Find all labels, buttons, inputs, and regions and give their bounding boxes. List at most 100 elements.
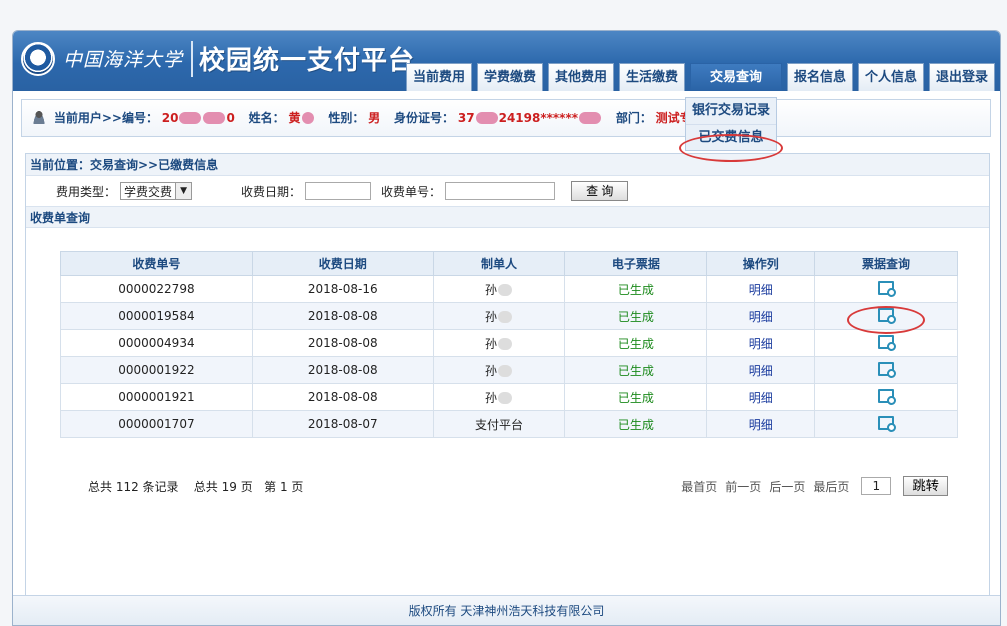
pager-first[interactable]: 最首页 bbox=[681, 478, 717, 495]
table-row: 0000001922 2018-08-08 孙 已生成 明细 bbox=[60, 356, 958, 384]
nav-current-fees[interactable]: 当前费用 bbox=[406, 63, 472, 91]
invoice-status: 已生成 bbox=[564, 302, 708, 330]
table-row: 0000022798 2018-08-16 孙 已生成 明细 bbox=[60, 275, 958, 303]
receipt-table: 收费单号 收费日期 制单人 电子票据 操作列 票据查询 0000022798 2… bbox=[60, 251, 958, 438]
pager-prev[interactable]: 前一页 bbox=[725, 478, 761, 495]
receipt-date: 2018-08-08 bbox=[251, 356, 434, 384]
main-nav: 当前费用 学费缴费 其他费用 生活缴费 交易查询 报名信息 个人信息 退出登录 bbox=[406, 63, 1000, 91]
idcard-label: 身份证号： bbox=[394, 111, 455, 125]
detail-link[interactable]: 明细 bbox=[706, 383, 816, 411]
nav-logout[interactable]: 退出登录 bbox=[928, 63, 995, 91]
detail-link[interactable]: 明细 bbox=[706, 410, 816, 438]
go-button[interactable]: 跳转 bbox=[903, 476, 948, 496]
nav-living-fees[interactable]: 生活缴费 bbox=[619, 63, 685, 91]
receipt-no: 0000001707 bbox=[60, 410, 253, 438]
idcard-value: 37 24198****** bbox=[458, 111, 602, 125]
chevron-down-icon[interactable]: ▼ bbox=[175, 183, 192, 199]
receipt-maker: 孙 bbox=[432, 383, 566, 411]
table-row: 0000004934 2018-08-08 孙 已生成 明细 bbox=[60, 329, 958, 357]
gender-value: 男 bbox=[368, 111, 381, 125]
receipt-search-icon[interactable] bbox=[878, 280, 897, 297]
platform-title: 校园统一支付平台 bbox=[199, 46, 416, 76]
dropdown-paid-info[interactable]: 已交费信息 bbox=[686, 124, 776, 150]
fee-type-label: 费用类型： bbox=[56, 184, 117, 199]
date-label: 收费日期： bbox=[241, 184, 302, 199]
receipt-date: 2018-08-08 bbox=[251, 383, 434, 411]
pager-next[interactable]: 后一页 bbox=[769, 478, 805, 495]
fee-type-value: 学费交费 bbox=[124, 184, 173, 199]
receipt-date: 2018-08-08 bbox=[251, 329, 434, 357]
invoice-query-cell bbox=[814, 302, 958, 330]
transaction-dropdown: 银行交易记录 已交费信息 bbox=[685, 97, 777, 151]
name-label: 姓名： bbox=[248, 111, 285, 125]
detail-link[interactable]: 明细 bbox=[706, 329, 816, 357]
user-id: 20 0 bbox=[161, 111, 235, 125]
pagination: 总共 112 条记录 总共 19 页 第 1 页 最首页 前一页 后一页 最后页… bbox=[88, 476, 948, 496]
receipt-no: 0000001922 bbox=[60, 356, 253, 384]
number-label: 收费单号： bbox=[381, 184, 442, 199]
detail-link[interactable]: 明细 bbox=[706, 275, 816, 303]
table-header-row: 收费单号 收费日期 制单人 电子票据 操作列 票据查询 bbox=[60, 251, 958, 276]
footer: 版权所有 天津神州浩天科技有限公司 bbox=[13, 595, 1000, 625]
pager-last[interactable]: 最后页 bbox=[813, 478, 849, 495]
detail-link[interactable]: 明细 bbox=[706, 302, 816, 330]
invoice-query-cell bbox=[814, 275, 958, 303]
receipt-no: 0000019584 bbox=[60, 302, 253, 330]
receipt-search-icon[interactable] bbox=[878, 307, 897, 324]
col-receipt-no: 收费单号 bbox=[60, 251, 253, 276]
user-info-bar: 当前用户>>编号： 20 0 姓名： 黄 性别： 男 身份证号： 37 24198*… bbox=[21, 99, 991, 137]
receipt-search-icon[interactable] bbox=[878, 361, 897, 378]
invoice-status: 已生成 bbox=[564, 356, 708, 384]
invoice-query-cell bbox=[814, 383, 958, 411]
invoice-query-cell bbox=[814, 329, 958, 357]
name-value: 黄 bbox=[289, 111, 315, 125]
university-name: 中国海洋大学 bbox=[63, 49, 184, 71]
receipt-no: 0000004934 bbox=[60, 329, 253, 357]
receipt-date: 2018-08-07 bbox=[251, 410, 434, 438]
invoice-status: 已生成 bbox=[564, 275, 708, 303]
header: 中国海洋大学 校园统一支付平台 当前费用 学费缴费 其他费用 生活缴费 交易查询… bbox=[13, 31, 1000, 91]
receipt-search-icon[interactable] bbox=[878, 415, 897, 432]
breadcrumb: 当前位置：交易查询>>已缴费信息 bbox=[26, 154, 989, 176]
nav-registration[interactable]: 报名信息 bbox=[786, 63, 853, 91]
nav-tuition[interactable]: 学费缴费 bbox=[477, 63, 543, 91]
dept-label: 部门： bbox=[615, 111, 652, 125]
detail-link[interactable]: 明细 bbox=[706, 356, 816, 384]
page-number-input[interactable]: 1 bbox=[861, 477, 892, 495]
nav-other-fees[interactable]: 其他费用 bbox=[548, 63, 614, 91]
logo-divider bbox=[191, 40, 194, 77]
nav-personal-info[interactable]: 个人信息 bbox=[857, 63, 924, 91]
invoice-status: 已生成 bbox=[564, 410, 708, 438]
table-row: 0000019584 2018-08-08 孙 已生成 明细 bbox=[60, 302, 958, 330]
section-title: 收费单查询 bbox=[26, 206, 989, 228]
logo: 中国海洋大学 校园统一支付平台 bbox=[21, 40, 415, 77]
receipt-number-input[interactable] bbox=[445, 182, 556, 200]
table-row: 0000001921 2018-08-08 孙 已生成 明细 bbox=[60, 383, 958, 411]
col-operation: 操作列 bbox=[706, 251, 816, 276]
user-icon bbox=[32, 110, 46, 124]
col-e-invoice: 电子票据 bbox=[564, 251, 708, 276]
receipt-date: 2018-08-08 bbox=[251, 302, 434, 330]
main-content: 当前位置：交易查询>>已缴费信息 费用类型： 学费交费 ▼ 收费日期： 收费单号… bbox=[25, 153, 990, 613]
receipt-maker: 孙 bbox=[432, 356, 566, 384]
nav-transaction-query[interactable]: 交易查询 bbox=[690, 63, 782, 91]
receipt-maker: 孙 bbox=[432, 329, 566, 357]
receipt-maker: 孙 bbox=[432, 302, 566, 330]
filter-bar: 费用类型： 学费交费 ▼ 收费日期： 收费单号： 查 询 bbox=[26, 176, 989, 206]
invoice-status: 已生成 bbox=[564, 383, 708, 411]
fee-type-select[interactable]: 学费交费 ▼ bbox=[120, 182, 193, 200]
receipt-date: 2018-08-16 bbox=[251, 275, 434, 303]
col-maker: 制单人 bbox=[432, 251, 566, 276]
col-date: 收费日期 bbox=[251, 251, 434, 276]
gender-label: 性别： bbox=[328, 111, 365, 125]
receipt-search-icon[interactable] bbox=[878, 334, 897, 351]
dropdown-bank-records[interactable]: 银行交易记录 bbox=[686, 98, 776, 124]
search-button[interactable]: 查 询 bbox=[571, 181, 629, 201]
pager-summary: 总共 112 条记录 总共 19 页 第 1 页 bbox=[88, 479, 304, 494]
receipt-maker: 孙 bbox=[432, 275, 566, 303]
date-input[interactable] bbox=[305, 182, 372, 200]
receipt-search-icon[interactable] bbox=[878, 388, 897, 405]
app-frame: 中国海洋大学 校园统一支付平台 当前费用 学费缴费 其他费用 生活缴费 交易查询… bbox=[12, 30, 1001, 626]
receipt-maker: 支付平台 bbox=[432, 410, 566, 438]
user-prefix: 当前用户>>编号： bbox=[53, 111, 158, 125]
